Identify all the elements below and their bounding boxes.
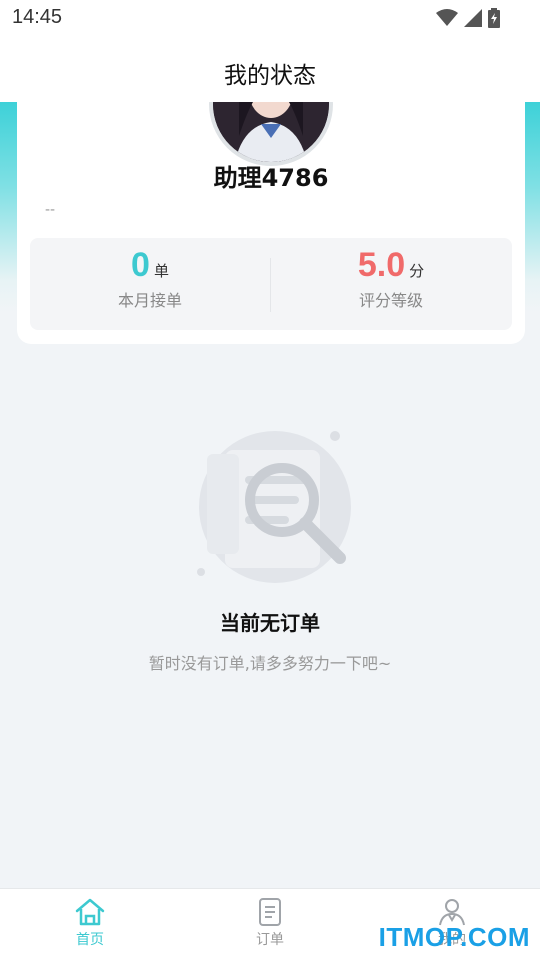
search-document-icon <box>197 431 351 583</box>
status-bar: 14:45 <box>0 0 540 36</box>
nav-bar-overlay: 我的状态 <box>0 36 540 102</box>
watermark: ITMOP.COM <box>378 922 530 952</box>
empty-state-subtitle: 暂时没有订单,请多多努力一下吧~ <box>148 654 392 673</box>
rating-label: 评分等级 <box>358 291 423 310</box>
monthly-orders-unit: 单 <box>153 262 169 280</box>
page-title-overlay: 我的状态 <box>224 63 316 89</box>
tab-orders[interactable]: 订单 <box>210 897 330 949</box>
orders-document-icon <box>259 898 281 926</box>
stats-panel: 0单 本月接单 5.0 分 评分等级 <box>30 238 512 330</box>
wifi-icon <box>436 9 458 26</box>
signal-icon <box>464 9 482 27</box>
rating-unit: 分 <box>409 262 425 280</box>
rating-value: 5.0 <box>357 246 406 284</box>
tab-orders-label: 订单 <box>256 932 284 948</box>
monthly-orders-label: 本月接单 <box>117 291 182 310</box>
tab-home-label: 首页 <box>76 932 104 948</box>
profile-subtitle: -- <box>45 202 56 218</box>
status-icons <box>436 8 500 28</box>
empty-state-title: 当前无订单 <box>220 611 320 635</box>
status-time: 14:45 <box>12 6 63 28</box>
monthly-orders-stat: 0单 本月接单 <box>30 246 270 311</box>
home-icon <box>75 898 105 926</box>
monthly-orders-value: 0 <box>131 246 150 284</box>
rating-stat: 5.0 分 评分等级 <box>271 246 511 311</box>
tab-home[interactable]: 首页 <box>30 897 150 949</box>
battery-icon <box>488 8 500 28</box>
